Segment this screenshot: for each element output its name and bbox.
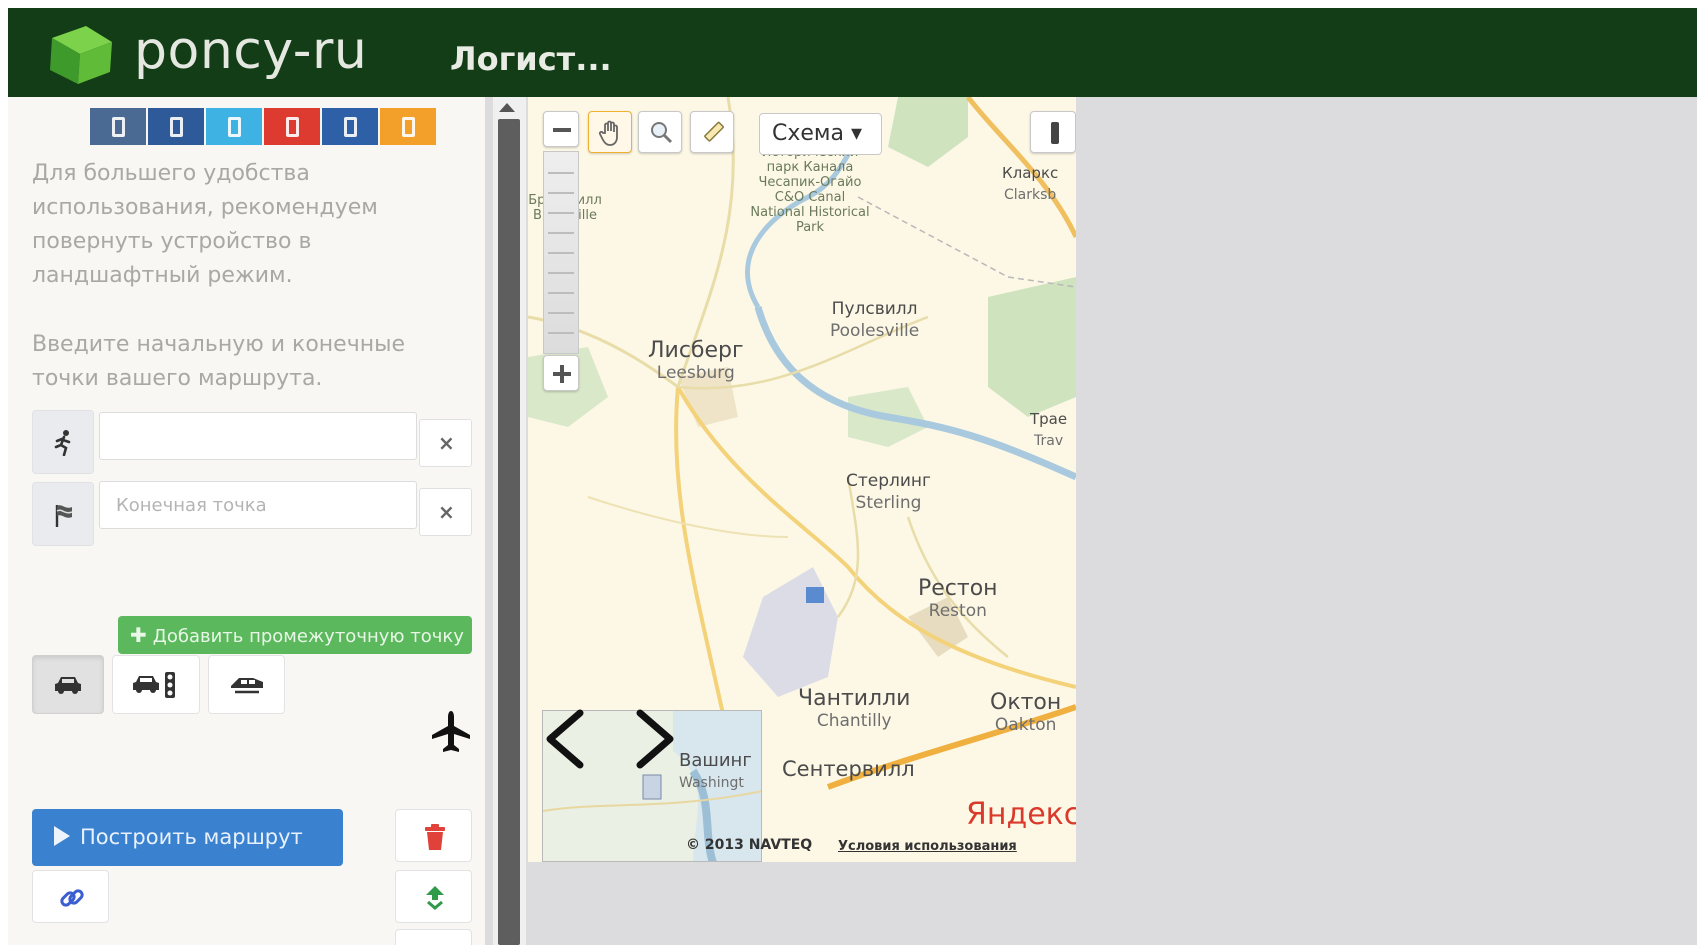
traffic-button[interactable] (1030, 111, 1076, 153)
magnifier-tool-button[interactable] (638, 111, 682, 153)
city-label: Трае Trav (1030, 410, 1068, 449)
plus-icon: ✚ (130, 623, 147, 647)
mode-car-traffic-button[interactable] (112, 655, 200, 714)
clear-end-button[interactable]: × (419, 488, 472, 536)
screenshot-frame: poncy-ru Логист... Для большего удобства… (0, 0, 1697, 945)
panel-scrollbar[interactable] (492, 97, 526, 945)
social-share-button-1[interactable] (90, 108, 146, 145)
close-icon: × (438, 500, 455, 524)
social-icon (402, 117, 415, 137)
map-type-dropdown[interactable]: Схема ▾ (759, 113, 882, 155)
park-label: Исторический парк Канала Чесапик-Огайо C… (750, 145, 870, 235)
traffic-light-icon (1051, 122, 1059, 144)
zoom-slider[interactable] (543, 151, 579, 354)
add-waypoint-button[interactable]: ✚ Добавить промежуточную точку (118, 616, 472, 654)
minus-icon (553, 128, 571, 132)
build-route-button[interactable]: Построить маршрут (32, 809, 343, 866)
page-title: Логист... (450, 40, 612, 78)
scroll-up-arrow-icon[interactable] (499, 103, 515, 112)
magnifier-icon (651, 122, 673, 144)
route-panel: Для большего удобства использования, рек… (8, 97, 485, 945)
clear-start-button[interactable]: × (419, 419, 472, 467)
city-label: Сентервилл (782, 757, 915, 781)
social-share-button-4[interactable] (264, 108, 320, 145)
close-icon: × (438, 431, 455, 455)
social-share-button-2[interactable] (148, 108, 204, 145)
end-point-marker (32, 482, 94, 546)
city-label: Лисберг Leesburg (648, 338, 744, 384)
social-share-button-6[interactable] (380, 108, 436, 145)
previous-arrow-icon[interactable] (542, 709, 586, 769)
drag-tool-button[interactable] (588, 111, 632, 153)
minimap-city-label: Вашинг Washingt (679, 750, 752, 791)
car-icon (55, 676, 81, 694)
social-icon (170, 117, 183, 137)
start-point-marker (32, 410, 94, 474)
link-icon (60, 889, 84, 907)
share-link-button[interactable] (32, 870, 109, 923)
ruler-icon (704, 121, 724, 142)
orientation-hint: Для большего удобства использования, рек… (32, 161, 378, 288)
swap-points-button[interactable] (395, 870, 472, 923)
next-arrow-icon[interactable] (634, 709, 678, 769)
map-copyright: © 2013 NAVTEQ (686, 837, 813, 853)
finish-flag-icon (55, 505, 73, 527)
route-map[interactable]: Исторический парк Канала Чесапик-Огайо C… (528, 97, 1076, 862)
zoom-in-button[interactable] (543, 355, 579, 391)
city-label: Чантилли Chantilly (798, 686, 911, 732)
scroll-thumb[interactable] (498, 119, 520, 945)
city-label: Рестон Reston (918, 576, 998, 622)
play-icon (54, 826, 70, 846)
runner-icon (54, 430, 71, 456)
city-label: Кларкс Clarksb (1002, 164, 1059, 203)
social-icon (286, 117, 299, 137)
brand-name[interactable]: poncy-ru (134, 21, 367, 81)
social-icon (228, 117, 241, 137)
add-waypoint-label: Добавить промежуточную точку (152, 626, 464, 647)
social-icon (112, 117, 125, 137)
social-icon (344, 117, 357, 137)
end-point-input[interactable] (99, 481, 417, 529)
extra-action-button[interactable] (395, 929, 472, 945)
mode-car-button[interactable] (32, 655, 104, 714)
mode-transit-button[interactable] (208, 655, 285, 714)
social-share-button-3[interactable] (206, 108, 262, 145)
terms-of-use-link[interactable]: Условия использования (838, 839, 1017, 854)
transit-icon (230, 677, 263, 693)
city-label: Стерлинг Sterling (846, 471, 931, 513)
ruler-tool-button[interactable] (690, 111, 734, 153)
clear-route-button[interactable] (395, 809, 472, 862)
zoom-out-button[interactable] (543, 111, 579, 147)
city-label: Октон Oakton (990, 690, 1062, 736)
city-label: Пулсвилл Poolesville (830, 299, 920, 341)
build-route-label: Построить маршрут (80, 825, 303, 849)
trash-icon (425, 824, 445, 850)
app-window: poncy-ru Логист... Для большего удобства… (8, 8, 1697, 945)
start-point-input[interactable] (99, 412, 417, 460)
swap-icon (426, 886, 444, 910)
cube-logo-icon[interactable] (46, 20, 118, 86)
social-share-button-5[interactable] (322, 108, 378, 145)
route-hint: Введите начальную и конечные точки вашег… (32, 332, 405, 391)
airplane-icon[interactable] (430, 709, 472, 753)
hand-icon (598, 120, 618, 146)
yandex-logo[interactable]: Яндекс (966, 797, 1076, 832)
car-traffic-icon (133, 671, 175, 698)
top-header: poncy-ru Логист... (8, 8, 1697, 97)
